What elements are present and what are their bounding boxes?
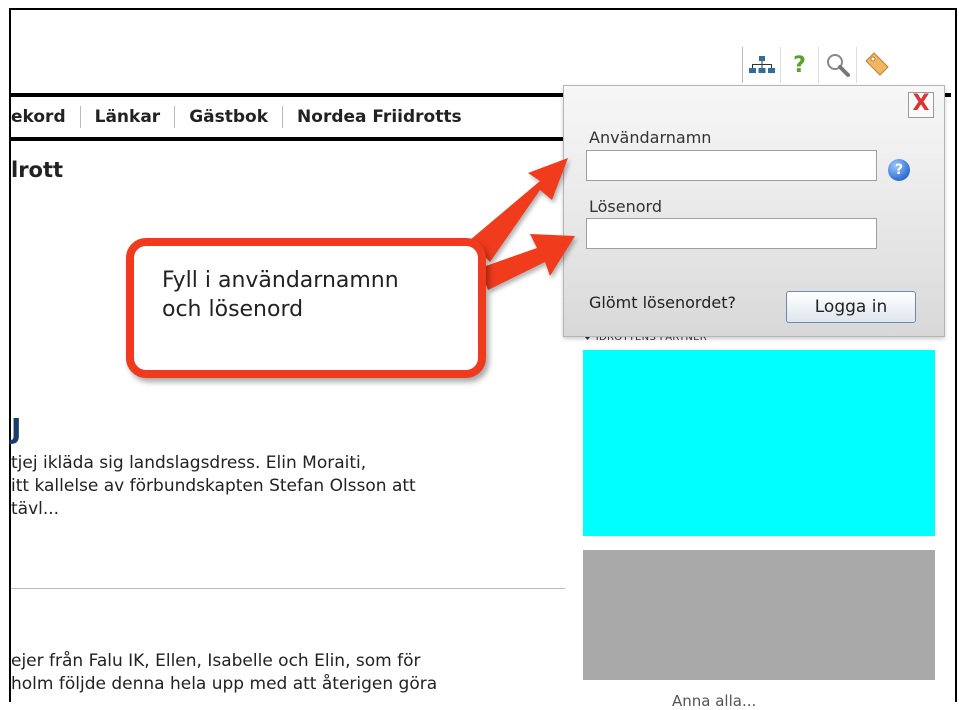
instruction-callout: Fyll i användarnamnn och lösenord (126, 238, 486, 378)
callout-text: Fyll i användarnamnn och lösenord (162, 268, 399, 322)
